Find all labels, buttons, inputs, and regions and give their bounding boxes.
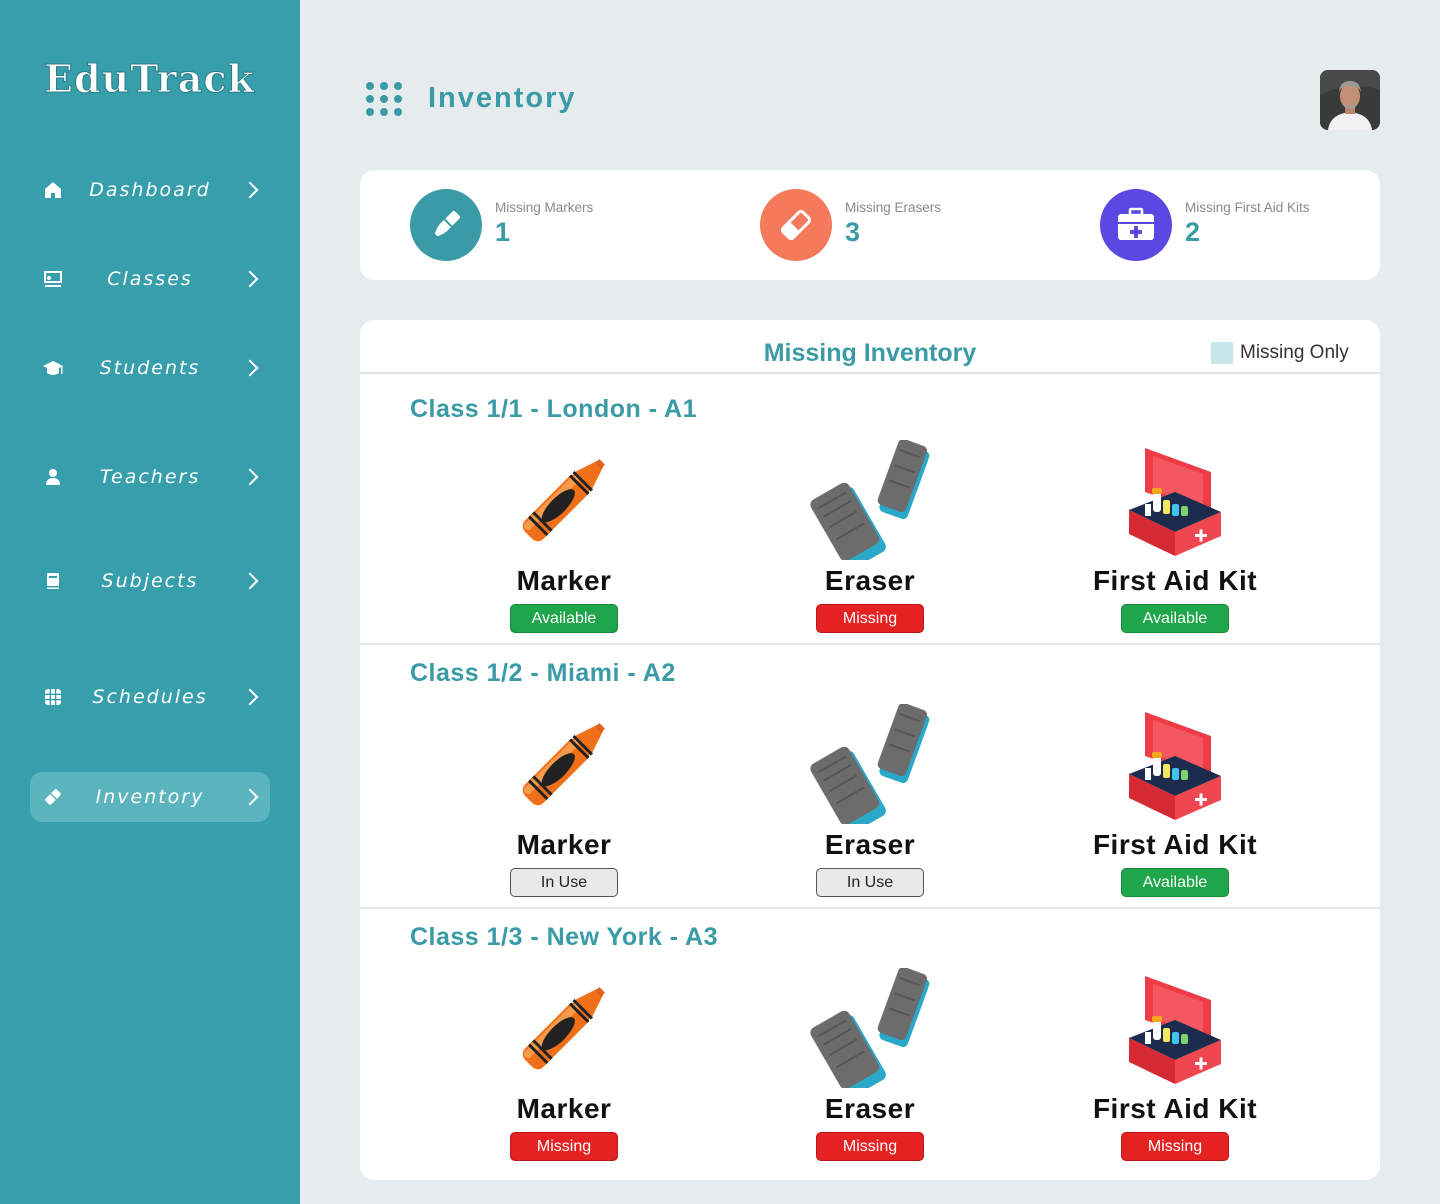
book-icon	[42, 570, 64, 592]
status-badge: Missing	[1121, 1132, 1229, 1161]
item-name: Marker	[516, 829, 612, 860]
eraser-icon	[42, 786, 64, 808]
person-icon	[42, 466, 64, 488]
first-aid-kit-image	[1115, 704, 1235, 824]
item-name: First Aid Kit	[1092, 1093, 1258, 1124]
chevron-right-icon	[241, 359, 259, 377]
sidebar-item-label: Schedules	[92, 686, 208, 708]
home-icon	[42, 179, 64, 201]
item-eraser[interactable]: Eraser Missing	[750, 440, 990, 640]
status-badge: Available	[510, 604, 618, 633]
sidebar-item-subjects[interactable]: Subjects	[30, 556, 270, 606]
chevron-right-icon	[241, 788, 259, 806]
stat-label: Missing First Aid Kits	[1185, 200, 1310, 215]
sidebar-item-dashboard[interactable]: Dashboard	[30, 165, 270, 215]
status-badge: Missing	[816, 1132, 924, 1161]
item-first-aid-kit[interactable]: First Aid Kit Missing	[1055, 968, 1295, 1168]
item-marker[interactable]: Marker In Use	[444, 704, 684, 904]
page-title: Inventory	[428, 82, 577, 114]
missing-inventory-card: Missing Inventory Missing Only Class 1/1…	[360, 320, 1380, 1180]
grid-calendar-icon	[42, 686, 64, 708]
sidebar-item-label: Classes	[107, 268, 193, 290]
stat-label: Missing Markers	[495, 200, 594, 215]
item-marker[interactable]: Marker Missing	[444, 968, 684, 1168]
missing-only-filter[interactable]: Missing Only	[1211, 342, 1349, 364]
chevron-right-icon	[241, 688, 259, 706]
status-badge: Missing	[816, 604, 924, 633]
divider	[360, 643, 1380, 645]
status-badge: Available	[1121, 868, 1229, 897]
item-name: Eraser	[824, 1093, 916, 1124]
sidebar-item-students[interactable]: Students	[30, 343, 270, 393]
stat-label: Missing Erasers	[845, 200, 942, 215]
stat-value: 3	[845, 217, 861, 247]
eraser-icon	[760, 189, 832, 261]
sidebar-item-label: Inventory	[95, 786, 205, 808]
chevron-right-icon	[241, 468, 259, 486]
marker-image	[504, 440, 624, 560]
divider	[360, 372, 1380, 374]
marker-icon	[410, 189, 482, 261]
avatar[interactable]	[1320, 70, 1380, 130]
class-title: Class 1/3 - New York - A3	[410, 923, 718, 951]
missing-only-label: Missing Only	[1240, 342, 1349, 363]
class-title: Class 1/2 - Miami - A2	[410, 659, 676, 687]
item-name: Marker	[516, 565, 612, 596]
app-logo[interactable]: EduTrack	[44, 56, 255, 102]
divider	[360, 907, 1380, 909]
status-badge: In Use	[510, 868, 618, 897]
eraser-image	[810, 440, 930, 560]
sidebar-item-teachers[interactable]: Teachers	[30, 452, 270, 502]
eraser-image	[810, 968, 930, 1088]
item-first-aid-kit[interactable]: First Aid Kit Available	[1055, 704, 1295, 904]
marker-image	[504, 704, 624, 824]
first-aid-kit-icon	[1100, 189, 1172, 261]
sidebar-item-schedules[interactable]: Schedules	[30, 672, 270, 722]
apps-grid-icon[interactable]	[366, 82, 404, 118]
chevron-right-icon	[241, 572, 259, 590]
sidebar-item-label: Dashboard	[89, 179, 211, 201]
item-marker[interactable]: Marker Available	[444, 440, 684, 640]
sidebar-item-label: Students	[99, 357, 201, 379]
marker-image	[504, 968, 624, 1088]
classroom-icon	[42, 268, 64, 290]
sidebar-item-label: Subjects	[101, 570, 199, 592]
first-aid-kit-image	[1115, 968, 1235, 1088]
class-title: Class 1/1 - London - A1	[410, 395, 698, 423]
item-eraser[interactable]: Eraser Missing	[750, 968, 990, 1168]
sidebar-item-classes[interactable]: Classes	[30, 254, 270, 304]
item-name: Eraser	[824, 565, 916, 596]
chevron-right-icon	[241, 181, 259, 199]
item-first-aid-kit[interactable]: First Aid Kit Available	[1055, 440, 1295, 640]
graduation-cap-icon	[42, 357, 64, 379]
sidebar-item-inventory[interactable]: Inventory	[30, 772, 270, 822]
item-name: Eraser	[824, 829, 916, 860]
missing-only-checkbox[interactable]	[1211, 342, 1233, 364]
sidebar: EduTrack Dashboard Classes Students Teac…	[0, 0, 300, 1204]
item-name: Marker	[516, 1093, 612, 1124]
status-badge: Missing	[510, 1132, 618, 1161]
status-badge: Available	[1121, 604, 1229, 633]
status-badge: In Use	[816, 868, 924, 897]
stats-card: Missing Markers 1 Missing Erasers 3 Miss…	[360, 170, 1380, 280]
sidebar-item-label: Teachers	[99, 466, 201, 488]
eraser-image	[810, 704, 930, 824]
stat-value: 2	[1185, 217, 1201, 247]
item-eraser[interactable]: Eraser In Use	[750, 704, 990, 904]
first-aid-kit-image	[1115, 440, 1235, 560]
chevron-right-icon	[241, 270, 259, 288]
item-name: First Aid Kit	[1092, 565, 1258, 596]
item-name: First Aid Kit	[1092, 829, 1258, 860]
stat-value: 1	[495, 217, 511, 247]
